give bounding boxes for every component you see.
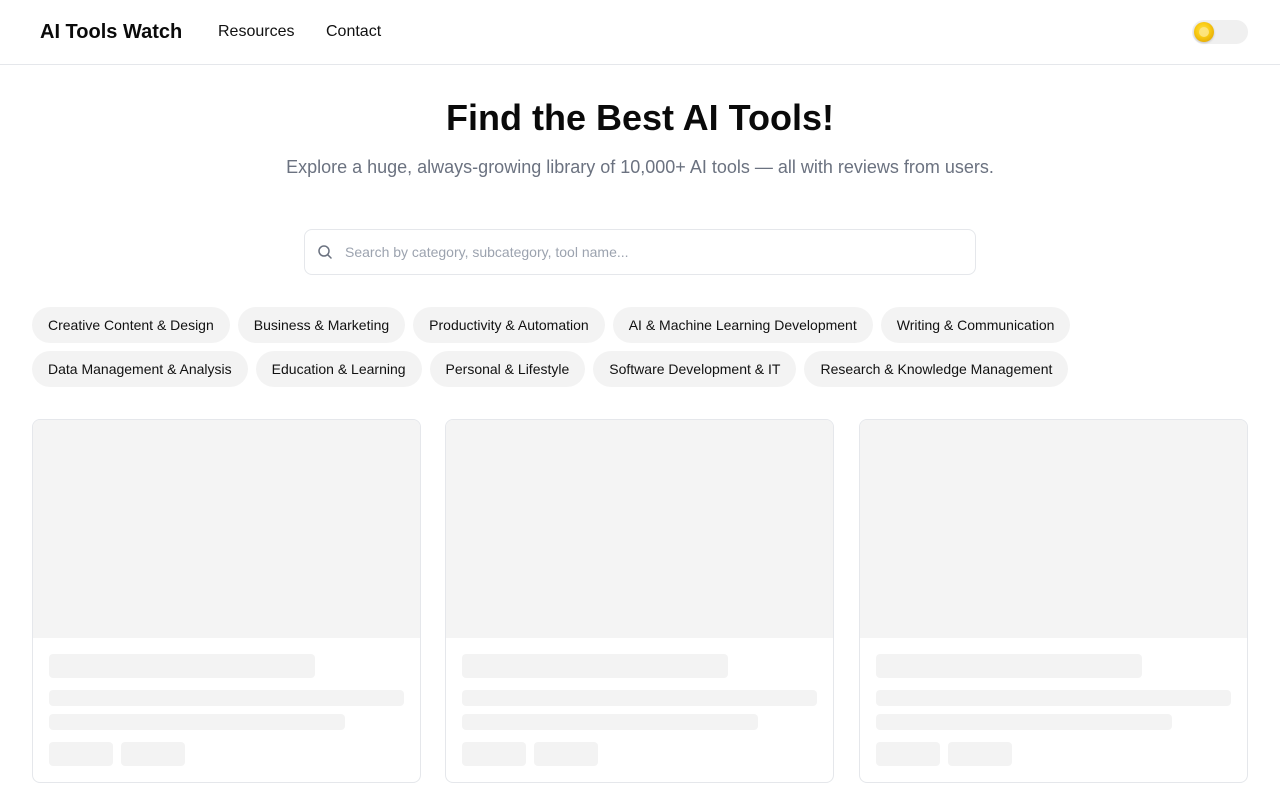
skeleton-tag [876,742,940,766]
search-input[interactable] [345,231,965,273]
category-chip-writing-communication[interactable]: Writing & Communication [880,307,1071,343]
tool-card-skeleton[interactable] [445,419,834,783]
card-image-placeholder [860,420,1247,638]
category-chip-personal-lifestyle[interactable]: Personal & Lifestyle [429,351,586,387]
skeleton-title [462,654,728,678]
nav-link-contact[interactable]: Contact [326,22,381,42]
card-image-placeholder [33,420,420,638]
skeleton-title [876,654,1142,678]
category-chip-data-management-analysis[interactable]: Data Management & Analysis [32,351,248,387]
skeleton-title [49,654,315,678]
skeleton-tag [534,742,598,766]
skeleton-text-line [876,714,1172,730]
category-chip-software-development-it[interactable]: Software Development & IT [593,351,797,387]
skeleton-tag [49,742,113,766]
skeleton-tag [121,742,185,766]
skeleton-text-line [876,690,1231,706]
tool-card-skeleton[interactable] [859,419,1248,783]
category-chip-ai-ml-development[interactable]: AI & Machine Learning Development [612,307,873,343]
category-chip-education-learning[interactable]: Education & Learning [255,351,422,387]
skeleton-tag [948,742,1012,766]
sun-icon [1194,22,1214,42]
theme-toggle[interactable] [1192,20,1248,44]
skeleton-text-line [462,690,817,706]
tool-card-skeleton[interactable] [32,419,421,783]
brand-logo[interactable]: AI Tools Watch [40,19,182,45]
skeleton-text-line [462,714,758,730]
skeleton-tag [462,742,526,766]
category-chip-research-knowledge-management[interactable]: Research & Knowledge Management [804,351,1069,387]
category-chip-business-marketing[interactable]: Business & Marketing [237,307,406,343]
page-title: Find the Best AI Tools! [446,97,834,138]
search-bar [304,229,976,275]
card-image-placeholder [446,420,833,638]
skeleton-text-line [49,714,345,730]
page-subtitle: Explore a huge, always-growing library o… [286,157,994,177]
category-chip-productivity-automation[interactable]: Productivity & Automation [413,307,605,343]
search-icon [318,245,332,259]
category-chip-creative-content-design[interactable]: Creative Content & Design [32,307,230,343]
category-filter-list: Creative Content & Design Business & Mar… [32,307,1248,387]
skeleton-text-line [49,690,404,706]
top-navbar: AI Tools Watch Resources Contact [0,0,1280,65]
nav-link-resources[interactable]: Resources [218,22,294,42]
